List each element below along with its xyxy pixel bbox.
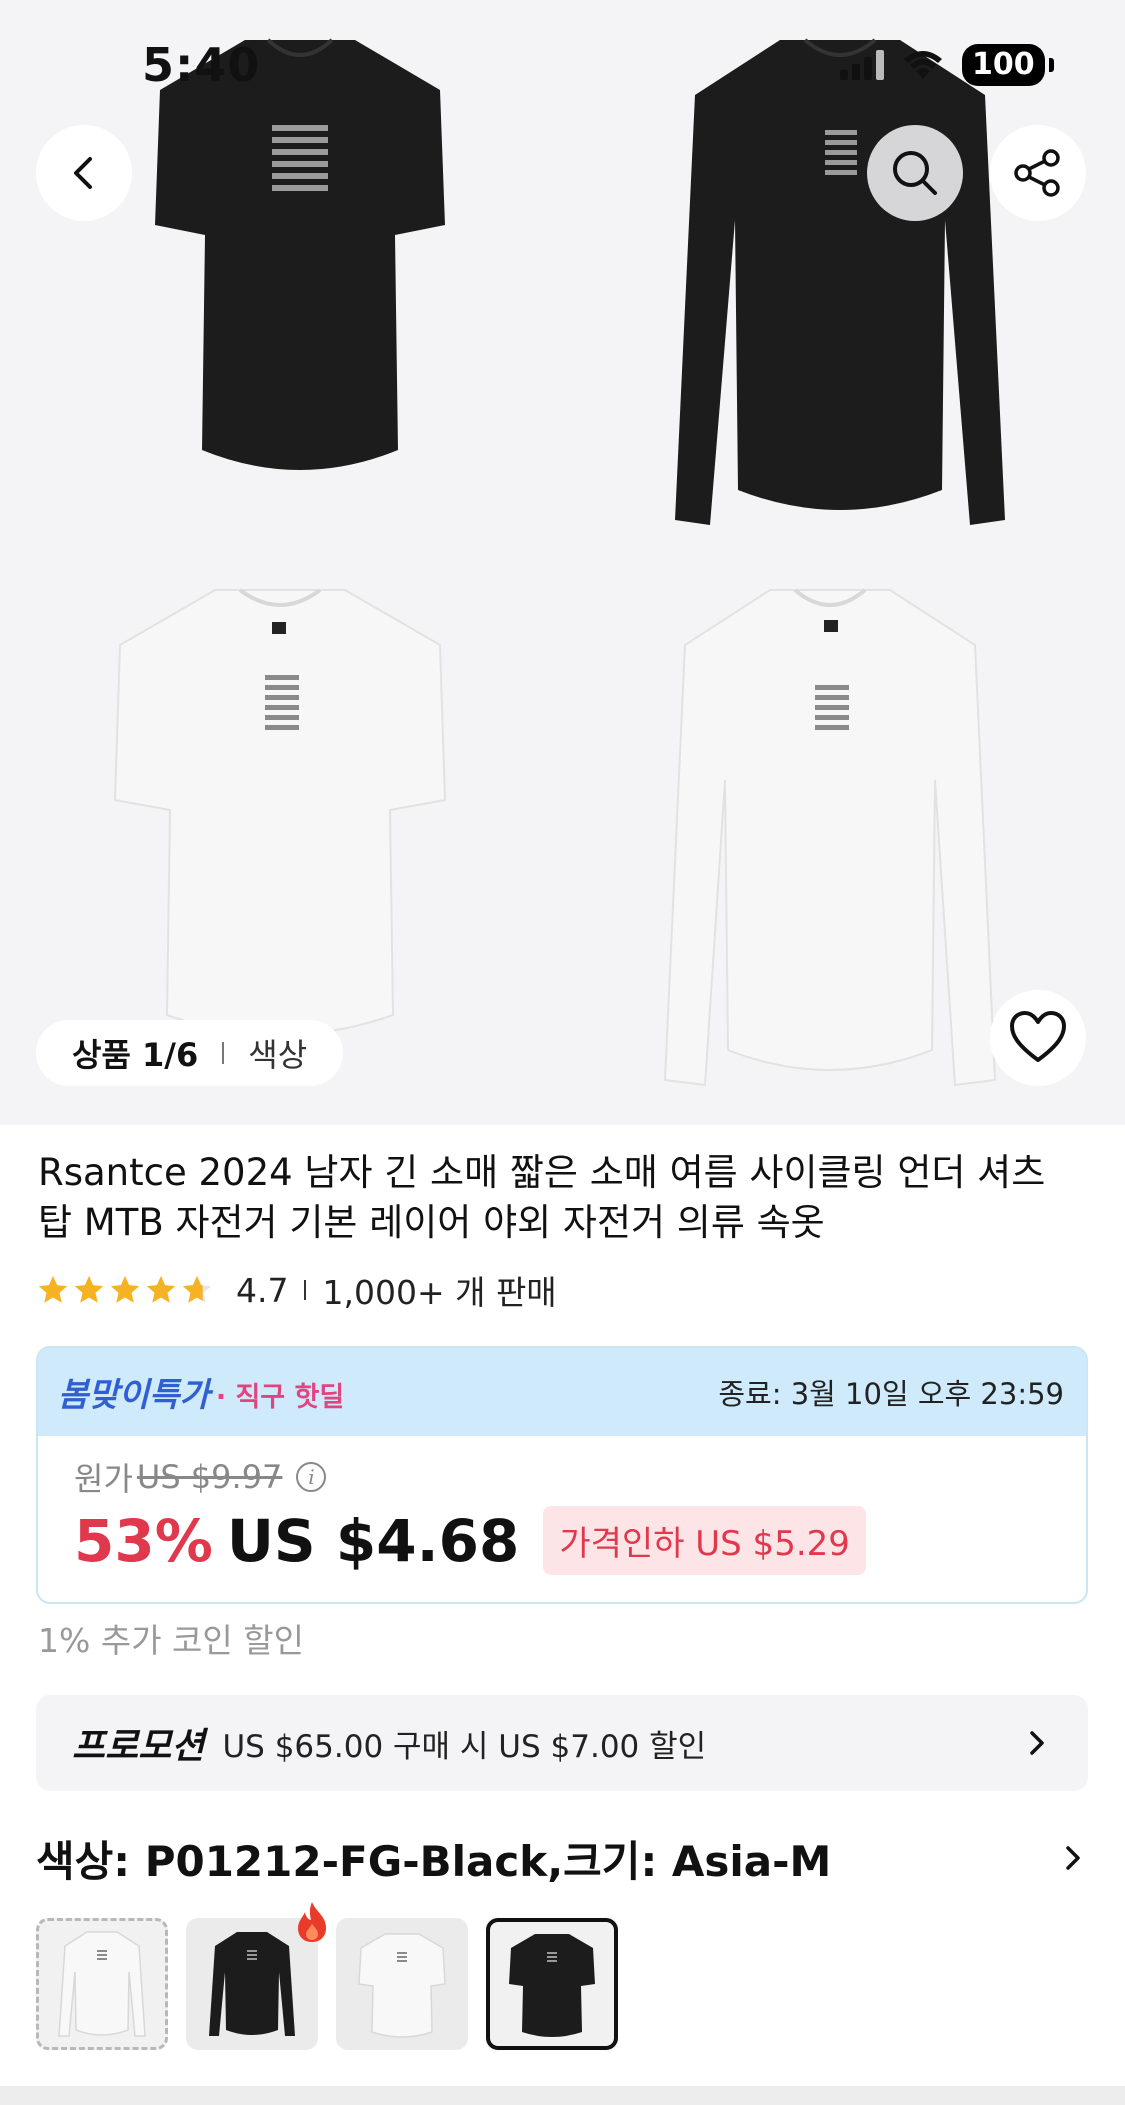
battery-indicator: 100	[962, 44, 1045, 86]
gallery-counter-pill[interactable]: 상품 1/6 색상	[36, 1020, 344, 1086]
wishlist-button[interactable]	[990, 990, 1086, 1086]
price-row: 53% US $4.68 가격인하 US $5.29	[74, 1506, 1052, 1575]
variant-thumb-black-short-sleeve-selected[interactable]	[486, 1918, 618, 2050]
status-bar: 5:40 100	[0, 0, 1125, 130]
back-button[interactable]	[36, 125, 132, 221]
chevron-right-icon	[1066, 1846, 1080, 1870]
share-icon	[1014, 149, 1060, 197]
search-button[interactable]	[867, 125, 963, 221]
original-price-row: 원가 US $9.97 i	[74, 1454, 1052, 1500]
deal-brand-name: 봄맞이특가	[58, 1375, 210, 1414]
selected-variant: 색상: P01212-FG-Black,크기: Asia-M	[36, 1836, 832, 1886]
deal-end-time: 종료: 3월 10일 오후 23:59	[718, 1377, 1064, 1411]
star-rating	[36, 1273, 214, 1307]
promotion-text: US $65.00 구매 시 US $7.00 할인	[222, 1728, 707, 1765]
variant-thumb-white-short-sleeve[interactable]	[336, 1918, 468, 2050]
signal-icon	[840, 50, 884, 80]
wifi-icon	[904, 51, 942, 79]
star-icon	[110, 1275, 140, 1303]
share-button[interactable]	[990, 125, 1086, 221]
product-title: Rsantce 2024 남자 긴 소매 짧은 소매 여름 사이클링 언더 셔츠…	[38, 1151, 1046, 1244]
status-icons: 100	[840, 44, 1054, 86]
deal-body: 원가 US $9.97 i 53% US $4.68 가격인하 US $5.29	[38, 1436, 1086, 1575]
sale-price: US $4.68	[226, 1506, 520, 1575]
search-icon	[893, 151, 937, 195]
gallery-counter: 상품 1/6	[72, 1036, 199, 1074]
star-icon	[74, 1275, 104, 1303]
chevron-left-icon	[74, 157, 92, 189]
heart-icon	[1010, 1011, 1066, 1062]
promotion-row[interactable]: 프로모션 US $65.00 구매 시 US $7.00 할인	[36, 1695, 1088, 1791]
deal-brand-tag: · 직구 핫딜	[215, 1382, 345, 1413]
variant-thumbnails	[36, 1902, 618, 2050]
gallery-category[interactable]: 색상	[248, 1030, 307, 1076]
variant-thumb-black-long-sleeve[interactable]	[186, 1902, 326, 2050]
star-icon	[38, 1275, 68, 1303]
promotion-label: 프로모션	[72, 1726, 205, 1767]
rating-divider	[304, 1280, 307, 1300]
deal-card[interactable]: 봄맞이특가 · 직구 핫딜 종료: 3월 10일 오후 23:59 원가 US …	[36, 1346, 1088, 1604]
rating-value: 4.7	[236, 1270, 289, 1310]
discount-percent: 53%	[74, 1506, 213, 1575]
info-icon[interactable]: i	[296, 1462, 327, 1492]
bottom-divider	[0, 2086, 1125, 2105]
battery-tip	[1048, 58, 1054, 72]
variant-selector[interactable]: 색상: P01212-FG-Black,크기: Asia-M	[36, 1826, 1088, 1890]
fire-icon	[298, 1902, 326, 1942]
deal-header: 봄맞이특가 · 직구 핫딜 종료: 3월 10일 오후 23:59	[38, 1348, 1086, 1436]
product-image-white-short-sleeve[interactable]	[100, 570, 460, 1040]
star-icon	[146, 1275, 176, 1303]
deal-brand: 봄맞이특가 · 직구 핫딜	[58, 1368, 344, 1416]
variant-thumb-white-long-sleeve[interactable]	[36, 1918, 168, 2050]
rating-row[interactable]: 4.7 1,000+ 개 판매	[36, 1268, 557, 1312]
chevron-right-icon	[1030, 1731, 1044, 1755]
status-time: 5:40	[142, 38, 261, 92]
product-image-white-long-sleeve[interactable]	[650, 570, 1010, 1090]
original-price-label: 원가	[74, 1460, 133, 1498]
product-gallery[interactable]: 5:40 100 상품 1/6 색상	[0, 0, 1125, 1125]
sold-count: 1,000+ 개 판매	[322, 1273, 557, 1312]
price-drop-badge: 가격인하 US $5.29	[543, 1506, 866, 1575]
pill-divider	[222, 1042, 225, 1064]
coin-discount: 1% 추가 코인 할인	[38, 1621, 304, 1660]
star-half-icon	[182, 1275, 212, 1303]
original-price: US $9.97	[136, 1458, 283, 1496]
